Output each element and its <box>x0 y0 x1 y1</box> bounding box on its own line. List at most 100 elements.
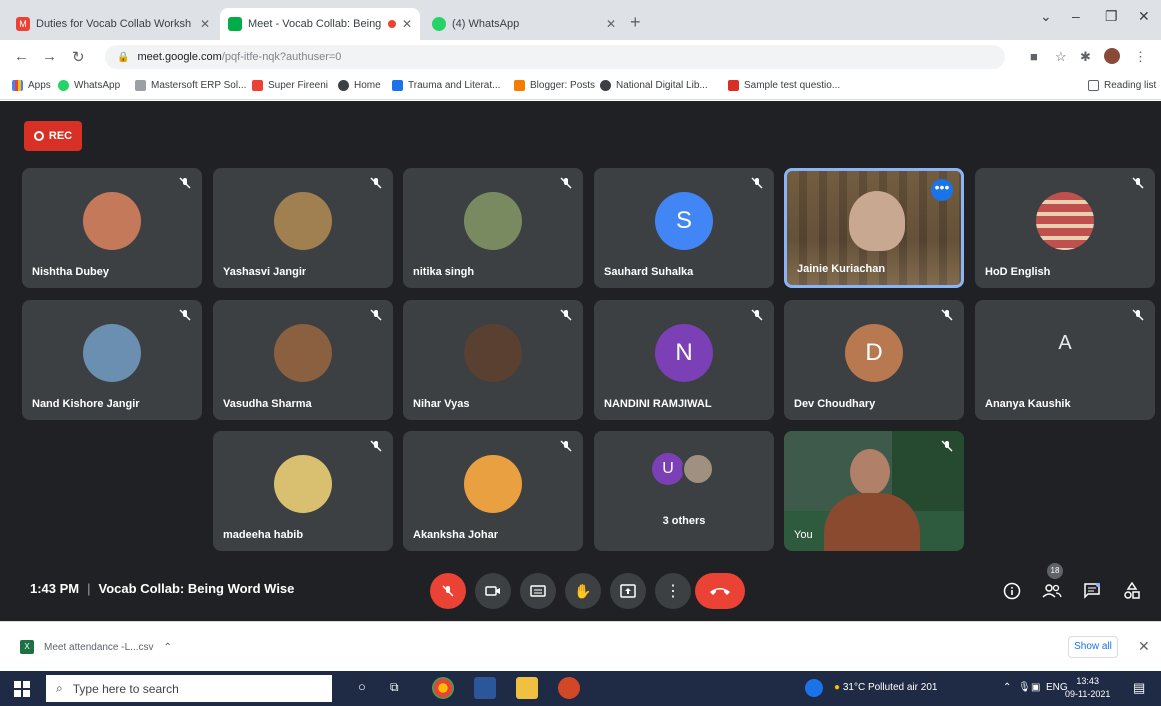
whatsapp-icon <box>58 80 69 91</box>
window-close-icon[interactable]: ✕ <box>1138 8 1150 25</box>
mic-off-icon <box>751 309 763 321</box>
powerpoint-icon[interactable] <box>558 677 580 699</box>
bookmark-superfireeni[interactable]: Super Fireeni <box>252 80 328 91</box>
bookmark-blogger[interactable]: Blogger: Posts <box>514 80 595 91</box>
close-icon[interactable]: ✕ <box>200 17 210 31</box>
participant-tile[interactable]: Nand Kishore Jangir <box>22 300 202 420</box>
close-icon[interactable]: ✕ <box>1138 638 1150 655</box>
weather-widget[interactable]: ● 31°C Polluted air 201 <box>834 682 937 693</box>
tab-duties[interactable]: M Duties for Vocab Collab Worksh ✕ <box>8 8 218 40</box>
participant-tile[interactable]: S Sauhard Suhalka <box>594 168 774 288</box>
mic-off-icon <box>941 440 953 452</box>
bookmark-ndl[interactable]: National Digital Lib... <box>600 80 708 91</box>
participant-tile[interactable]: Vasudha Sharma <box>213 300 393 420</box>
windows-start-icon[interactable] <box>14 681 30 697</box>
back-icon[interactable]: ← <box>14 48 29 65</box>
participant-name: HoD English <box>985 266 1051 278</box>
meeting-details-button[interactable] <box>1000 579 1024 603</box>
activities-button[interactable] <box>1120 579 1144 603</box>
bookmark-apps[interactable]: Apps <box>12 80 51 91</box>
close-icon[interactable]: ✕ <box>606 17 616 31</box>
raise-hand-button[interactable]: ✋ <box>565 573 601 609</box>
participant-tile[interactable]: madeeha habib <box>213 431 393 551</box>
mic-toggle-button[interactable] <box>430 573 466 609</box>
mic-in-use-icon[interactable]: 🎙 <box>1018 682 1031 693</box>
file-explorer-icon[interactable] <box>516 677 538 699</box>
minimize-icon[interactable]: – <box>1072 8 1080 24</box>
clock-date: 09-11-2021 <box>1065 689 1111 699</box>
whatsapp-icon <box>432 17 446 31</box>
profile-avatar[interactable] <box>1104 48 1120 64</box>
participant-name: Dev Choudhary <box>794 398 876 410</box>
bookmark-sample-test[interactable]: Sample test questio... <box>728 80 840 91</box>
weather-text: 31°C Polluted air 201 <box>842 682 938 693</box>
reload-icon[interactable]: ↻ <box>72 48 85 66</box>
participant-tile-speaking[interactable]: ••• Jainie Kuriachan <box>784 168 964 288</box>
participant-count-badge: 18 <box>1047 563 1063 579</box>
participant-tile[interactable]: N NANDINI RAMJIWAL <box>594 300 774 420</box>
participant-tile[interactable]: Nishtha Dubey <box>22 168 202 288</box>
task-view-icon[interactable]: ⧉ <box>390 680 399 695</box>
restore-icon[interactable]: ❐ <box>1105 8 1118 25</box>
participant-tile[interactable]: nitika singh <box>403 168 583 288</box>
captions-button[interactable] <box>520 573 556 609</box>
taskbar-clock[interactable]: 13:43 09-11-2021 <box>1065 675 1110 701</box>
word-icon[interactable] <box>474 677 496 699</box>
cortana-icon[interactable]: ○ <box>358 679 366 694</box>
avatar <box>274 455 332 513</box>
weather-sun-icon: ● <box>834 682 841 693</box>
chat-button[interactable] <box>1080 579 1104 603</box>
extensions-icon[interactable]: ✱ <box>1080 49 1091 65</box>
participant-name: Nand Kishore Jangir <box>32 398 140 410</box>
search-icon: ⌕ <box>56 681 63 695</box>
star-icon[interactable]: ☆ <box>1055 49 1067 65</box>
reading-list-button[interactable]: Reading list <box>1088 80 1156 91</box>
browser-toolbar: ← → ↻ 🔒 meet.google.com/pqf-itfe-nqk?aut… <box>0 40 1161 74</box>
more-options-button[interactable]: ⋮ <box>655 573 691 609</box>
menu-icon[interactable]: ⋮ <box>1134 49 1147 65</box>
bookmark-mastersoft[interactable]: Mastersoft ERP Sol... <box>135 80 246 91</box>
taskbar-search-input[interactable]: ⌕ Type here to search <box>46 675 332 702</box>
bookmark-home[interactable]: Home <box>338 80 381 91</box>
participant-name: madeeha habib <box>223 529 304 541</box>
recording-indicator[interactable]: REC <box>24 121 82 151</box>
participant-tile[interactable]: HoD English <box>975 168 1155 288</box>
show-all-button[interactable]: Show all <box>1068 636 1118 658</box>
participant-tile[interactable]: Akanksha Johar <box>403 431 583 551</box>
address-bar[interactable]: 🔒 meet.google.com/pqf-itfe-nqk?authuser=… <box>105 45 1005 69</box>
chrome-icon[interactable] <box>432 677 454 699</box>
forward-icon[interactable]: → <box>42 48 57 65</box>
participant-tile[interactable]: Yashasvi Jangir <box>213 168 393 288</box>
chevron-up-icon[interactable]: ⌃ <box>164 642 172 653</box>
others-tile[interactable]: U 3 others <box>594 431 774 551</box>
new-tab-icon[interactable]: + <box>630 12 641 33</box>
hang-up-icon <box>710 588 730 595</box>
mic-off-icon <box>179 177 191 189</box>
leave-call-button[interactable] <box>695 573 745 609</box>
tray-chevron-icon[interactable]: ⌃ <box>1003 682 1011 693</box>
present-screen-icon <box>620 584 636 598</box>
close-icon[interactable]: ✕ <box>402 17 412 31</box>
tab-meet[interactable]: Meet - Vocab Collab: Being ✕ <box>220 8 420 40</box>
display-icon[interactable]: ▣ <box>1031 682 1040 693</box>
present-button[interactable] <box>610 573 646 609</box>
self-view-tile[interactable]: You <box>784 431 964 551</box>
participant-tile[interactable]: A Ananya Kaushik <box>975 300 1155 420</box>
bookmark-trauma[interactable]: Trauma and Literat... <box>392 80 500 91</box>
screen: M Duties for Vocab Collab Worksh ✕ Meet … <box>0 0 1161 706</box>
people-button[interactable] <box>1040 579 1064 603</box>
more-options-icon[interactable]: ••• <box>931 179 953 201</box>
edge-icon[interactable] <box>805 679 823 697</box>
bookmark-whatsapp[interactable]: WhatsApp <box>58 80 120 91</box>
avatar: S <box>655 192 713 250</box>
download-item[interactable]: X Meet attendance -L...csv ⌃ <box>20 635 210 659</box>
form-icon <box>728 80 739 91</box>
chevron-down-icon[interactable]: ⌄ <box>1040 8 1052 25</box>
camera-in-use-icon[interactable]: ■ <box>1030 49 1038 64</box>
tab-whatsapp[interactable]: (4) WhatsApp ✕ <box>424 8 624 40</box>
participant-tile[interactable]: D Dev Choudhary <box>784 300 964 420</box>
notifications-icon[interactable]: ▤ <box>1133 680 1145 696</box>
avatar <box>464 455 522 513</box>
participant-tile[interactable]: Nihar Vyas <box>403 300 583 420</box>
camera-toggle-button[interactable] <box>475 573 511 609</box>
